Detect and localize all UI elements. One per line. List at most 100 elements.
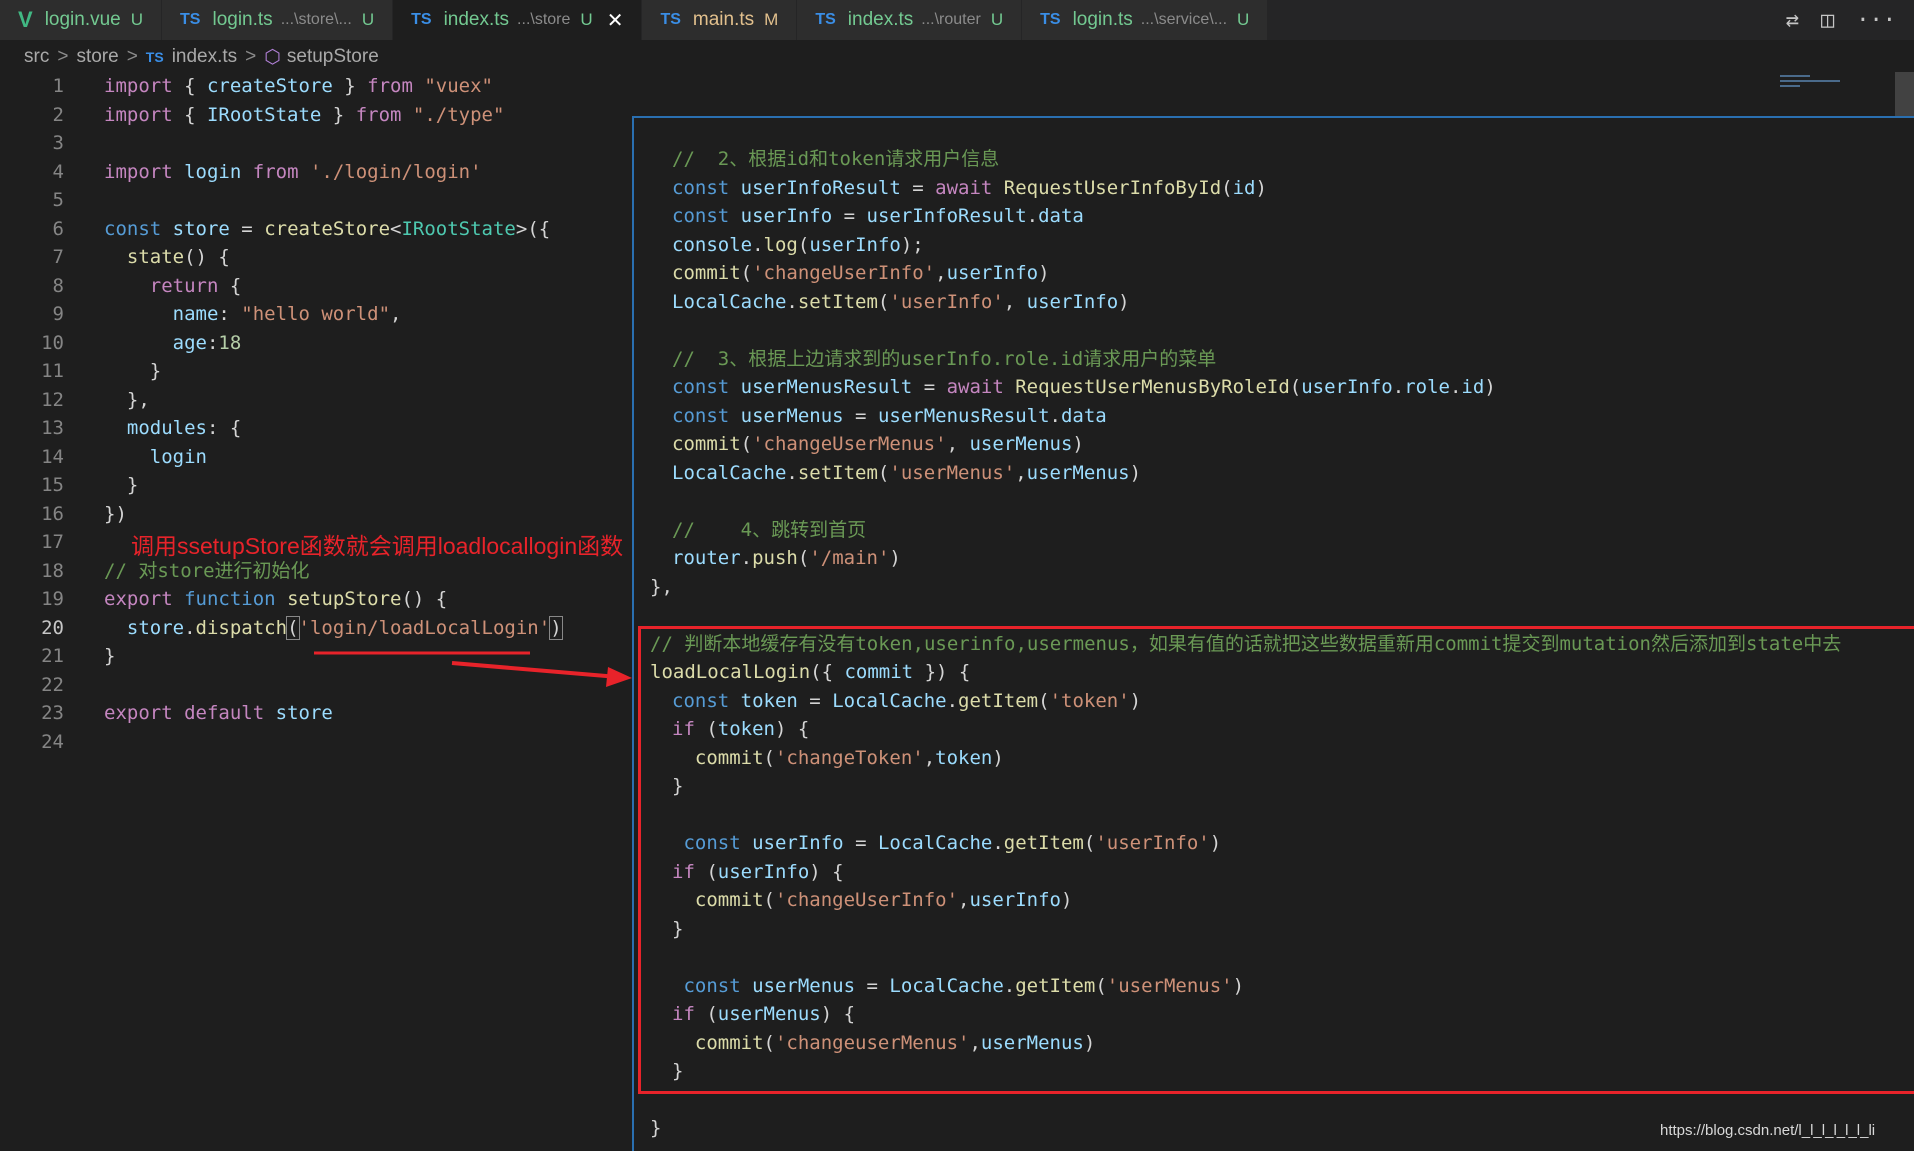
git-status-badge: M	[764, 10, 779, 29]
code-token: push	[752, 547, 798, 569]
split-editor-icon[interactable]: ◫	[1821, 8, 1834, 33]
breadcrumb-src[interactable]: src	[24, 46, 49, 68]
code-token: :	[218, 303, 242, 325]
tab-index-ts[interactable]: TS index.ts ...\router U	[797, 0, 1023, 40]
line-number: 23	[41, 702, 64, 724]
editor-actions: ⇄ ◫ ···	[1786, 0, 1896, 40]
line-number: 16	[41, 502, 64, 525]
breadcrumb-symbol[interactable]: setupStore	[287, 46, 379, 68]
line-number: 3	[52, 132, 64, 154]
code-token: .	[184, 616, 196, 639]
breadcrumb: src > store > TS index.ts > ⬡ setupStore	[0, 42, 664, 72]
line-number: 19	[41, 588, 64, 610]
vue-file-icon: V	[18, 7, 33, 32]
minimap[interactable]	[1780, 72, 1860, 112]
code-token: "vuex"	[424, 75, 493, 97]
code-token: )	[1255, 176, 1267, 199]
chevron-right-icon: >	[245, 46, 257, 67]
code-token: ,	[1015, 461, 1027, 484]
red-annotation-text: 调用ssetupStore函数就会调用loadlocallogin函数	[131, 533, 624, 559]
code-token: await	[935, 176, 993, 199]
code-token: userInfo	[1026, 290, 1119, 313]
code-token: const	[672, 176, 730, 199]
code-token: commit	[672, 433, 741, 455]
line-number: 17	[41, 531, 64, 553]
code-token: userMenusResult	[877, 404, 1050, 427]
code-token: (	[740, 262, 753, 284]
code-line: login	[104, 443, 562, 472]
code-token: }	[650, 1117, 662, 1139]
code-token: commit	[672, 262, 741, 284]
code-token: 'changeUserMenus'	[752, 433, 947, 455]
tab-path: ...\service\...	[1140, 11, 1228, 28]
code-token: .	[752, 233, 764, 256]
tab-login-vue[interactable]: Vlogin.vue U	[0, 0, 163, 40]
more-actions-icon[interactable]: ···	[1856, 8, 1896, 33]
code-token: }	[332, 75, 368, 97]
code-token: )	[1484, 376, 1496, 398]
code-token: store	[172, 217, 230, 240]
code-line: LocalCache.setItem('userInfo', userInfo)	[672, 288, 1841, 317]
code-line: },	[104, 386, 562, 415]
code-token: setItem	[797, 290, 878, 313]
line-number: 11	[41, 360, 64, 382]
code-token: {	[172, 103, 207, 126]
tab-label: index.ts	[847, 9, 914, 30]
code-token: ,	[1003, 290, 1027, 313]
code-token: (	[1221, 176, 1233, 199]
tab-path: ...\router	[921, 11, 981, 28]
code-token: userInfo	[809, 233, 901, 256]
code-token: import	[104, 75, 173, 97]
code-token: LocalCache	[672, 461, 787, 484]
tab-main-ts[interactable]: TS main.ts M	[642, 0, 798, 40]
tab-index-ts[interactable]: TS index.ts ...\store U ✕	[393, 0, 643, 40]
breadcrumb-store[interactable]: store	[76, 46, 118, 68]
line-number: 18	[41, 559, 64, 582]
code-token: store	[275, 702, 333, 724]
code-token: // 4、跳转到首页	[672, 518, 867, 541]
code-token: userMenus	[740, 404, 844, 427]
code-token: login	[149, 445, 207, 468]
code-token: })	[104, 502, 127, 525]
code-token: (	[877, 290, 890, 313]
breadcrumb-file[interactable]: index.ts	[172, 46, 237, 68]
vertical-scrollbar[interactable]	[1895, 72, 1914, 116]
tab-login-ts[interactable]: TS login.ts ...\service\... U	[1022, 0, 1269, 40]
code-token: IRootState	[401, 217, 516, 240]
code-token: age	[172, 331, 207, 354]
code-token: IRootState	[206, 103, 322, 126]
code-token: id	[1232, 176, 1256, 199]
code-token: )	[1129, 461, 1142, 484]
git-status-badge: U	[130, 10, 144, 29]
compare-changes-icon[interactable]: ⇄	[1786, 8, 1799, 33]
tab-label: login.ts	[212, 9, 273, 30]
code-line: modules: {	[104, 414, 562, 443]
code-token: userInfo	[1301, 376, 1393, 398]
red-arrow-annotation	[314, 651, 632, 687]
close-icon[interactable]: ✕	[607, 8, 624, 33]
code-token: userMenus	[1026, 461, 1130, 484]
code-token: "./type"	[412, 103, 505, 126]
code-token: .	[786, 290, 798, 313]
tab-login-ts[interactable]: TS login.ts ...\store\... U	[162, 0, 394, 40]
code-line: store.dispatch('login/loadLocalLogin')	[104, 614, 563, 643]
line-number: 14	[41, 445, 64, 468]
code-line: const store = createStore<IRootState>({	[104, 215, 562, 244]
code-token: return	[149, 274, 219, 297]
code-token: (	[1289, 376, 1302, 398]
line-number: 12	[41, 388, 64, 411]
code-token: =	[229, 217, 265, 240]
line-number: 6	[52, 217, 64, 240]
code-token: const	[672, 205, 730, 227]
code-token: userInfo	[946, 262, 1039, 284]
code-token: const	[104, 217, 162, 240]
